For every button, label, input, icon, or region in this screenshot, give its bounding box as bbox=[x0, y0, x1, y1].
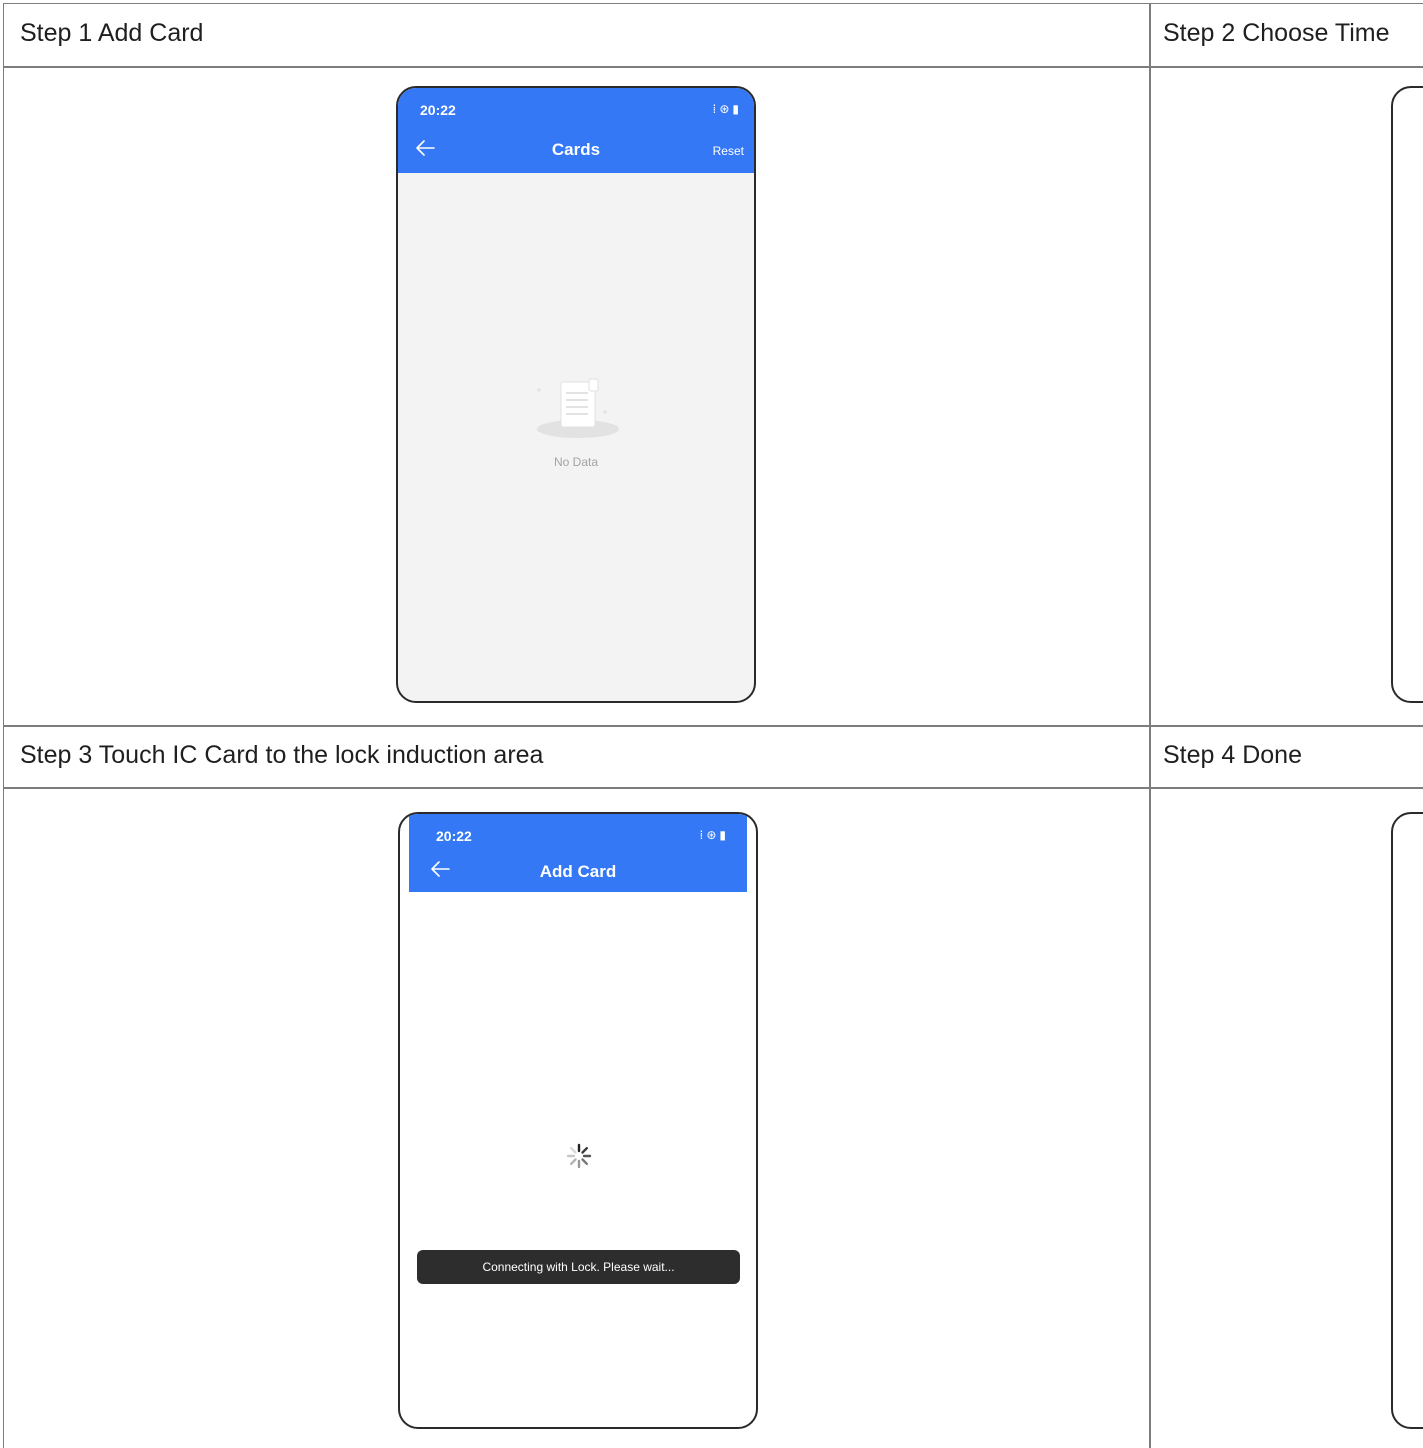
wifi-icon: ⊛ bbox=[719, 102, 733, 116]
cards-screen-mockup: 20:22 ⁞⊛▮ Cards Reset No Data bbox=[396, 86, 756, 703]
row-divider bbox=[3, 725, 1423, 727]
empty-document-icon bbox=[537, 378, 619, 438]
loading-spinner-icon bbox=[566, 1143, 592, 1169]
header-row-divider-2 bbox=[3, 787, 1423, 789]
battery-icon: ▮ bbox=[732, 102, 742, 116]
wifi-icon: ⊛ bbox=[706, 828, 720, 842]
battery-icon: ▮ bbox=[719, 828, 729, 842]
app-bar: 20:22 ⁞⊛▮ Cards Reset bbox=[398, 88, 754, 173]
done-screen-mockup bbox=[1391, 812, 1423, 1429]
connecting-toast: Connecting with Lock. Please wait... bbox=[417, 1250, 740, 1284]
empty-state-text: No Data bbox=[553, 455, 599, 469]
status-time: 20:22 bbox=[436, 828, 472, 844]
step-2-label: Step 2 Choose Time bbox=[1163, 19, 1390, 47]
step-1-label: Step 1 Add Card bbox=[20, 19, 204, 47]
page-title: Cards bbox=[551, 140, 601, 159]
instruction-table-page: Step 1 Add Card Step 2 Choose Time Step … bbox=[0, 0, 1423, 1448]
header-row-divider-1 bbox=[3, 66, 1423, 68]
choose-time-screen-mockup bbox=[1391, 86, 1423, 703]
page-title: Add Card bbox=[539, 862, 617, 881]
step-3-label: Step 3 Touch IC Card to the lock inducti… bbox=[20, 741, 544, 769]
add-card-screen-mockup: 20:22 ⁞⊛▮ Add Card Connecting with Lock.… bbox=[398, 812, 758, 1429]
reset-button[interactable]: Reset bbox=[713, 144, 744, 158]
status-icons: ⁞⊛▮ bbox=[713, 102, 743, 116]
status-time: 20:22 bbox=[420, 102, 456, 118]
column-divider bbox=[1149, 3, 1151, 1448]
app-bar: 20:22 ⁞⊛▮ Add Card bbox=[409, 814, 747, 892]
status-icons: ⁞⊛▮ bbox=[700, 828, 730, 842]
step-4-label: Step 4 Done bbox=[1163, 741, 1302, 769]
